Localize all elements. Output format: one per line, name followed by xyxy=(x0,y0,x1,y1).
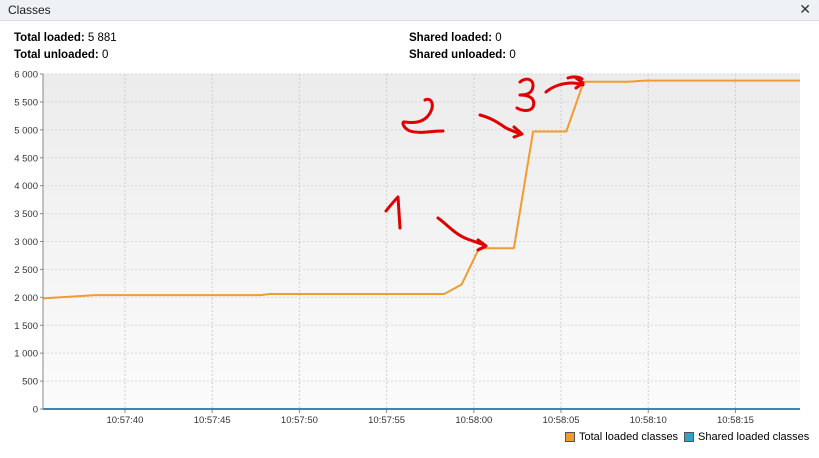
shared-loaded-value: 0 xyxy=(495,32,502,44)
window-title: Classes xyxy=(8,3,51,17)
window-titlebar: Classes ✕ xyxy=(0,0,819,21)
x-tick-label: 10:58:05 xyxy=(543,415,580,426)
legend-swatch-shared xyxy=(684,432,694,442)
x-tick-label: 10:58:10 xyxy=(630,415,667,426)
legend-shared-loaded: Shared loaded classes xyxy=(684,431,809,443)
shared-loaded-label: Shared loaded: xyxy=(409,32,493,44)
total-loaded-stat: Total loaded: 5 881 xyxy=(14,32,117,44)
classes-chart: 0 500 1 000 1 500 2 000 2 500 3 000 3 500 4 000 4… xyxy=(14,70,800,426)
x-tick-label: 10:57:55 xyxy=(368,415,405,426)
y-tick-label: 3 000 xyxy=(14,237,38,248)
total-loaded-label: Total loaded: xyxy=(14,32,85,44)
y-tick-label: 4 000 xyxy=(14,181,38,192)
total-loaded-value: 5 881 xyxy=(87,32,117,44)
x-tick-label: 10:58:00 xyxy=(455,415,492,426)
y-tick-label: 500 xyxy=(22,377,38,388)
shared-unloaded-value: 0 xyxy=(509,49,516,61)
total-unloaded-label: Total unloaded: xyxy=(14,49,99,61)
total-unloaded-stat: Total unloaded: 0 xyxy=(14,49,108,61)
y-tick-label: 5 500 xyxy=(14,97,38,108)
y-tick-label: 5 000 xyxy=(14,125,38,136)
x-tick-label: 10:57:50 xyxy=(281,415,318,426)
y-tick-label: 1 000 xyxy=(14,349,38,360)
total-unloaded-value: 0 xyxy=(101,49,109,61)
x-tick-label: 10:57:40 xyxy=(106,415,143,426)
close-icon[interactable]: ✕ xyxy=(799,1,811,18)
x-tick-label: 10:57:45 xyxy=(194,415,231,426)
y-tick-label: 2 500 xyxy=(14,265,38,276)
y-tick-label: 4 500 xyxy=(14,153,38,164)
legend-total-loaded: Total loaded classes xyxy=(565,431,678,443)
y-tick-label: 2 000 xyxy=(14,293,38,304)
y-tick-label: 3 500 xyxy=(14,209,38,220)
shared-unloaded-label: Shared unloaded: xyxy=(409,49,507,61)
legend-label-total: Total loaded classes xyxy=(579,431,679,443)
y-tick-label: 6 000 xyxy=(14,70,38,81)
shared-unloaded-stat: Shared unloaded: 0 xyxy=(409,49,516,61)
x-tick-label: 10:58:15 xyxy=(717,415,754,426)
y-tick-label: 0 xyxy=(33,405,38,416)
legend-swatch-total xyxy=(565,432,575,442)
y-tick-label: 1 500 xyxy=(14,321,38,332)
shared-loaded-stat: Shared loaded: 0 xyxy=(409,32,502,44)
legend-label-shared: Shared loaded classes xyxy=(698,431,810,443)
